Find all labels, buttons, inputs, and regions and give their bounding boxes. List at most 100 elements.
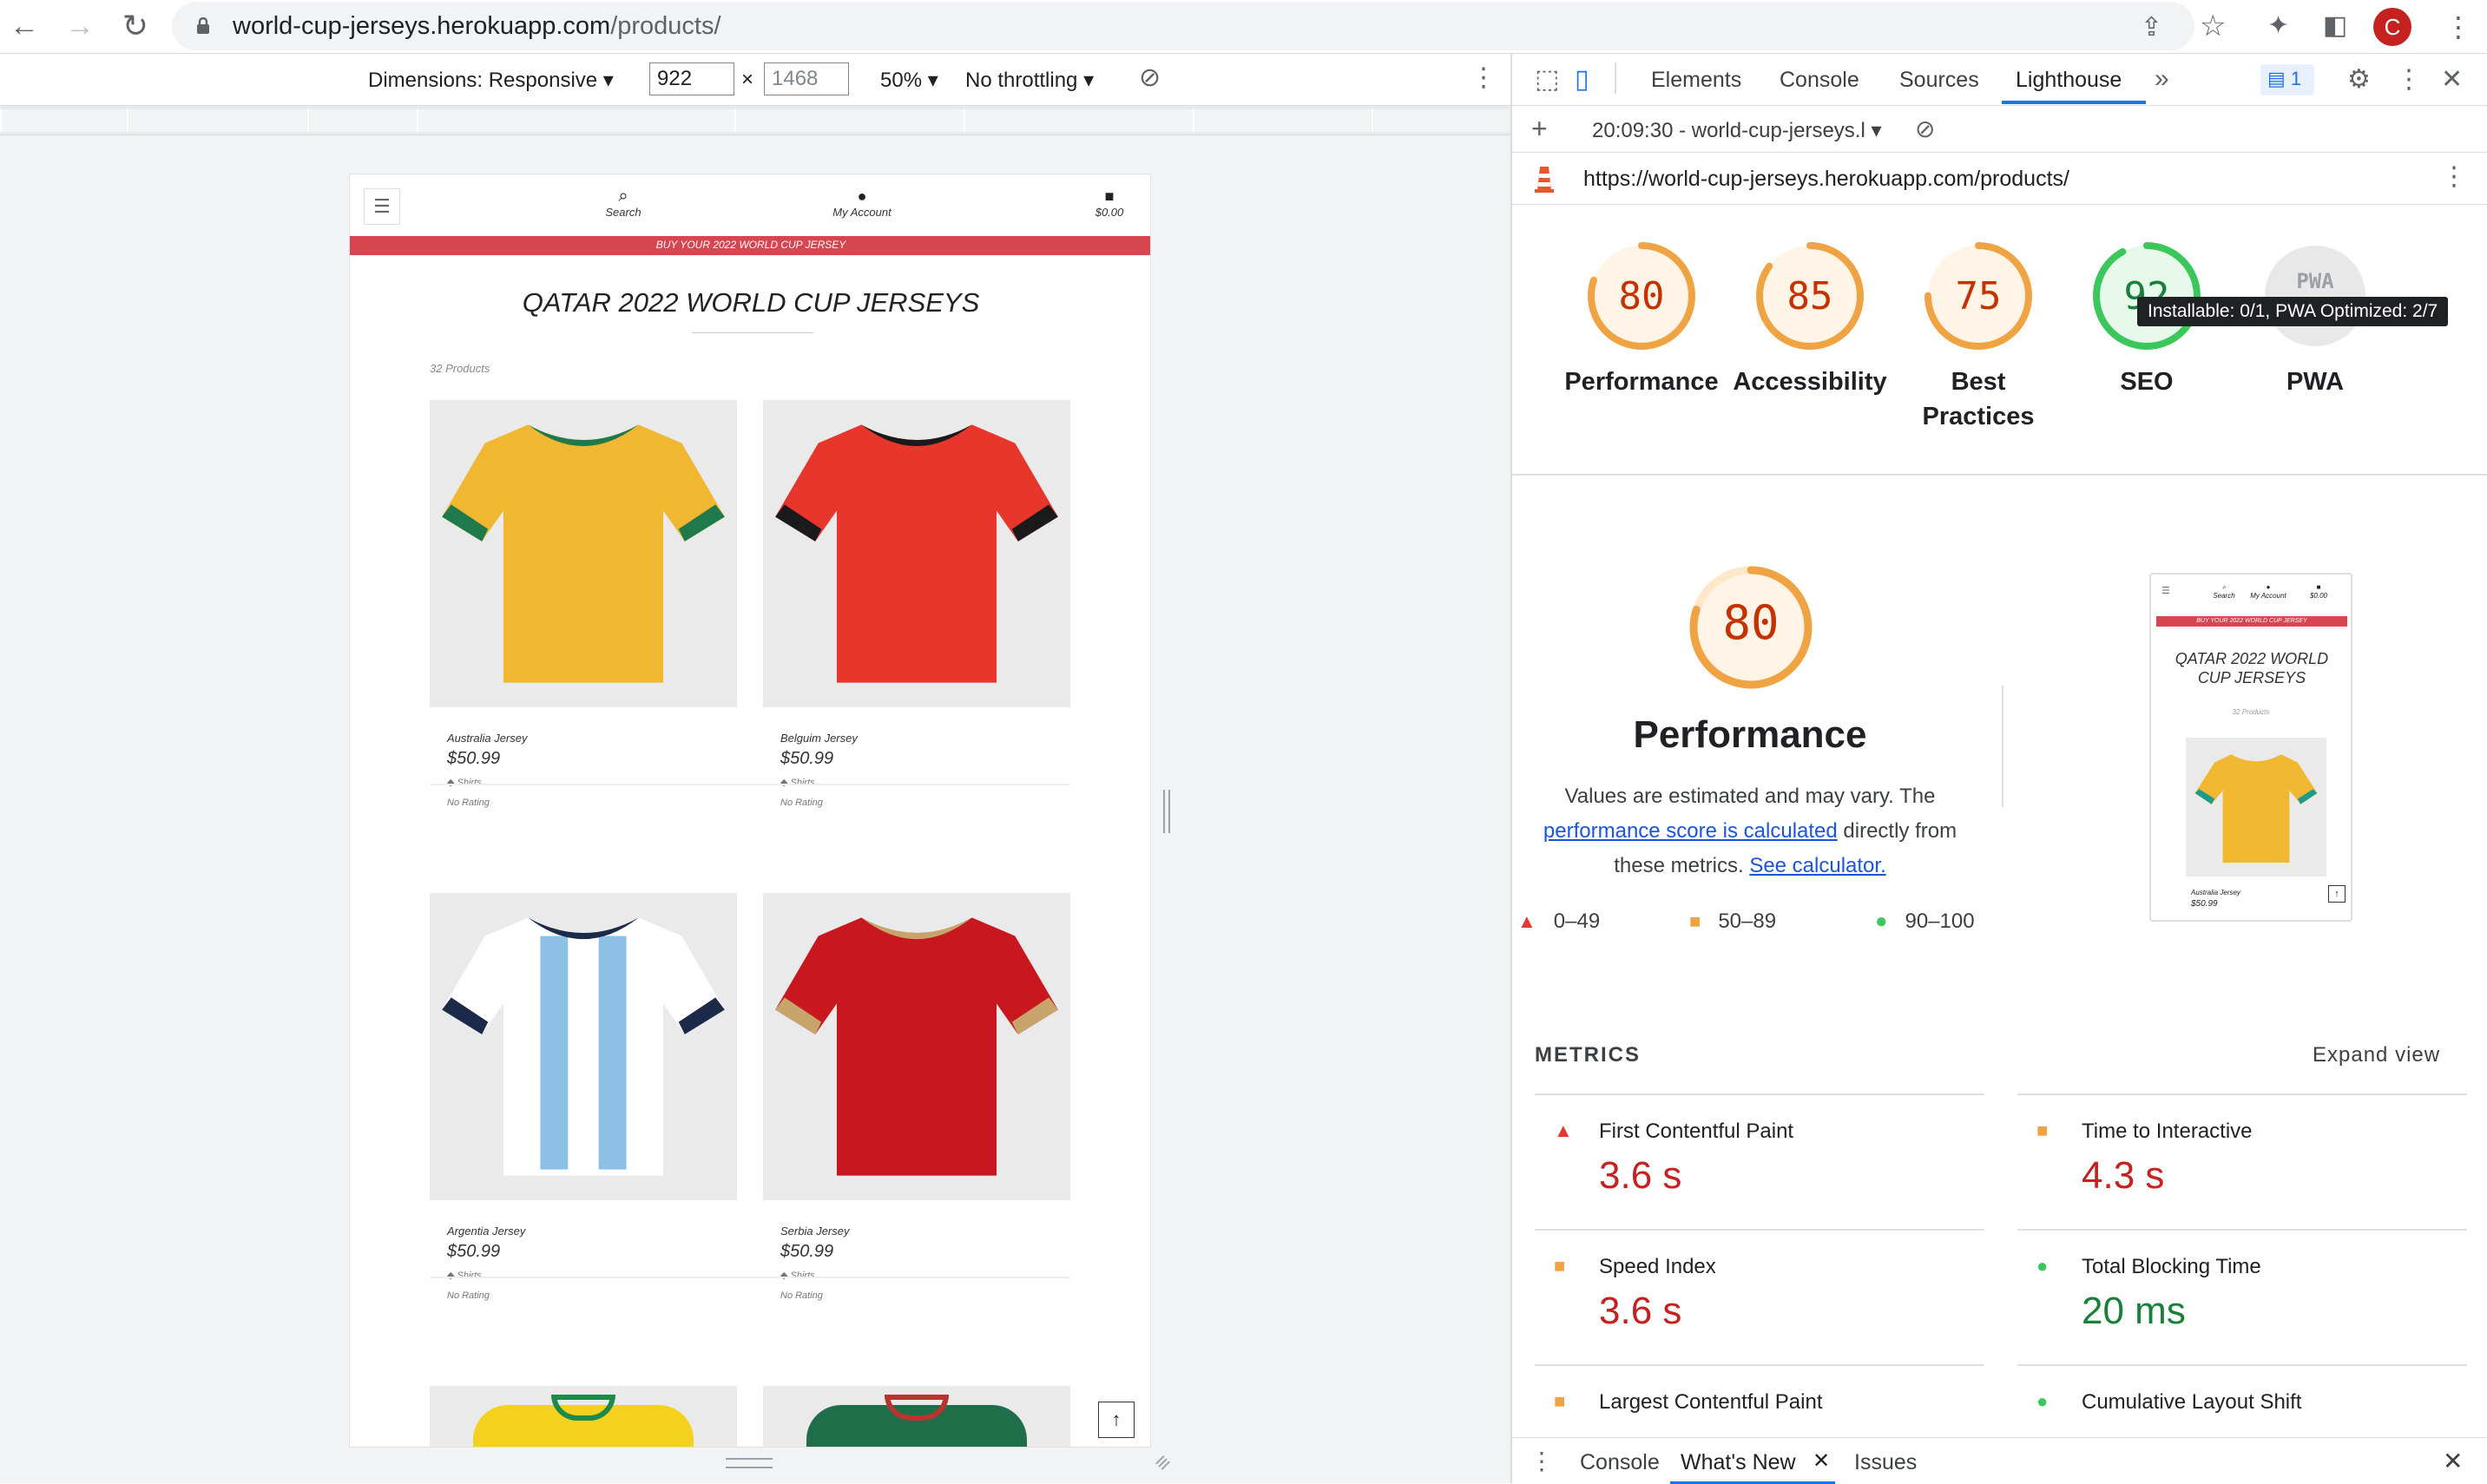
expand-view-toggle[interactable]: Expand view: [2313, 1043, 2440, 1067]
product-price: $50.99: [780, 749, 834, 768]
green-circle-icon: ●: [1875, 909, 1888, 933]
more-tabs-icon[interactable]: »: [2155, 64, 2169, 94]
ruler-segment[interactable]: [127, 109, 307, 132]
product-tag[interactable]: ◆ Shirts: [780, 1270, 815, 1281]
ruler-segment[interactable]: [0, 109, 127, 132]
final-screenshot-thumbnail[interactable]: ☰ ⌕ Search ● My Account ■ $0.00 BUY YOUR 20…: [2149, 573, 2352, 922]
close-devtools-icon[interactable]: ✕: [2441, 64, 2463, 95]
report-url[interactable]: https://world-cup-jerseys.herokuapp.com/…: [1583, 167, 2069, 192]
report-menu-icon[interactable]: ⋮: [2441, 161, 2467, 192]
product-tag[interactable]: ◆ Shirts: [447, 1270, 482, 1281]
devtools-tab-lighthouse[interactable]: Lighthouse: [2016, 68, 2122, 93]
settings-gear-icon[interactable]: ⚙: [2347, 64, 2371, 95]
report-selector[interactable]: 20:09:30 - world-cup-jerseys.l ▾: [1592, 118, 1882, 143]
nav-cart[interactable]: ■ $0.00: [1079, 187, 1140, 219]
close-tab-icon[interactable]: ✕: [1813, 1448, 1830, 1474]
drawer-tab-whats-new[interactable]: What's New ✕: [1670, 1438, 1835, 1484]
product-image[interactable]: [430, 893, 737, 1200]
metric-title: First Contentful Paint: [1599, 1120, 1794, 1143]
device-toggle-icon[interactable]: ▯: [1575, 64, 1589, 95]
thumb-search-label: Search: [2213, 592, 2235, 600]
product-name[interactable]: Argentia Jersey: [447, 1225, 525, 1238]
product-name[interactable]: Australia Jersey: [447, 732, 527, 745]
product-image-partial[interactable]: [430, 1386, 737, 1447]
ruler-segment[interactable]: [307, 109, 417, 132]
toolbar-divider: [1615, 62, 1616, 94]
throttling-value: No throttling: [965, 69, 1078, 92]
issues-badge[interactable]: ▤ 1: [2260, 64, 2314, 95]
gauge-best-practices[interactable]: 75 Best Practices: [1896, 240, 2061, 434]
reload-icon[interactable]: ↻: [118, 9, 153, 43]
clear-reports-icon[interactable]: ⊘: [1915, 115, 1935, 143]
green-circle-icon: ●: [2036, 1390, 2049, 1412]
hamburger-menu-icon[interactable]: ☰: [364, 188, 400, 225]
product-image[interactable]: [763, 400, 1070, 707]
browser-toolbar: ← → ↻ world-cup-jerseys.herokuapp.com/pr…: [0, 0, 2487, 54]
see-calculator-link[interactable]: See calculator.: [1749, 854, 1885, 877]
gauge-accessibility[interactable]: 85 Accessibility: [1727, 240, 1892, 399]
close-drawer-icon[interactable]: ✕: [2443, 1447, 2463, 1475]
devtools-menu-icon[interactable]: ⋮: [2396, 64, 2422, 95]
arrow-up-icon: ↑: [1111, 1408, 1122, 1430]
browser-menu-icon[interactable]: ⋮: [2444, 10, 2472, 43]
product-tag[interactable]: ◆ Shirts: [780, 777, 815, 788]
media-query-ruler[interactable]: [0, 106, 1510, 135]
ruler-segment[interactable]: [417, 109, 734, 132]
emulated-page[interactable]: ☰ ⌕ Search ● My Account ■ $0.00 BUY YOUR…: [349, 174, 1151, 1448]
metric-title: Cumulative Layout Shift: [2082, 1390, 2302, 1414]
width-input[interactable]: 922: [649, 62, 734, 95]
height-input[interactable]: 1468: [764, 62, 849, 95]
back-to-top-button[interactable]: ↑: [1098, 1402, 1135, 1438]
page-title: QATAR 2022 WORLD CUP JERSEYS: [522, 287, 980, 318]
address-bar[interactable]: world-cup-jerseys.herokuapp.com/products…: [172, 2, 2194, 50]
zoom-dropdown[interactable]: 50% ▾: [880, 68, 938, 93]
product-tag[interactable]: ◆ Shirts: [447, 777, 482, 788]
throttling-dropdown[interactable]: No throttling ▾: [965, 68, 1094, 93]
nav-account[interactable]: ● My Account: [819, 187, 905, 219]
forward-arrow-icon[interactable]: →: [63, 9, 97, 43]
device-menu-icon[interactable]: ⋮: [1470, 62, 1497, 93]
drawer-menu-icon[interactable]: ⋮: [1530, 1447, 1554, 1475]
rotate-icon[interactable]: ⊘: [1139, 62, 1161, 93]
back-arrow-icon[interactable]: ←: [7, 9, 42, 43]
product-name[interactable]: Serbia Jersey: [780, 1225, 849, 1238]
legend-average-label: 50–89: [1718, 909, 1777, 933]
url-text[interactable]: world-cup-jerseys.herokuapp.com/products…: [233, 12, 721, 41]
product-image[interactable]: [430, 400, 737, 707]
profile-avatar[interactable]: C: [2373, 8, 2411, 46]
ruler-segment[interactable]: [964, 109, 1193, 132]
bottom-resize-handle-icon[interactable]: [726, 1458, 773, 1468]
side-panel-icon[interactable]: ◧: [2323, 10, 2347, 41]
resize-handle-icon[interactable]: [1163, 790, 1170, 833]
drawer-tab-issues[interactable]: Issues: [1854, 1450, 1917, 1475]
score-calculated-link[interactable]: performance score is calculated: [1543, 819, 1838, 843]
share-icon[interactable]: ⇪: [2141, 12, 2162, 43]
metric-title: Speed Index: [1599, 1255, 1716, 1278]
gauge-label: PWA: [2286, 368, 2345, 396]
section-divider: [1512, 474, 2487, 476]
metric-divider: [2017, 1093, 2467, 1095]
product-name[interactable]: Belguim Jersey: [780, 732, 858, 745]
gauge-performance[interactable]: 80 Performance: [1559, 240, 1724, 399]
performance-gauge-large[interactable]: 80: [1686, 562, 1816, 697]
product-rating: No Rating: [780, 798, 823, 808]
gauge-ring: [2265, 246, 2365, 346]
promo-banner[interactable]: BUY YOUR 2022 WORLD CUP JERSEY: [350, 236, 1150, 255]
pwa-tooltip: Installable: 0/1, PWA Optimized: 2/7: [2137, 297, 2449, 326]
dimensions-dropdown[interactable]: Dimensions: Responsive ▾: [368, 68, 614, 93]
ruler-segment[interactable]: [1193, 109, 1372, 132]
devtools-tab-console[interactable]: Console: [1780, 68, 1859, 93]
add-report-icon[interactable]: +: [1531, 113, 1548, 145]
product-image[interactable]: [763, 893, 1070, 1200]
inspect-element-icon[interactable]: ⬚: [1535, 64, 1559, 95]
thumb-title: QATAR 2022 WORLD CUP JERSEYS: [2174, 650, 2329, 686]
drawer-tab-console[interactable]: Console: [1580, 1450, 1660, 1475]
extensions-puzzle-icon[interactable]: ✦: [2267, 10, 2289, 41]
ruler-segment[interactable]: [734, 109, 964, 132]
bookmark-star-icon[interactable]: ☆: [2200, 9, 2226, 43]
ruler-segment[interactable]: [1372, 109, 1510, 132]
nav-search[interactable]: ⌕ Search: [589, 187, 658, 219]
devtools-tab-elements[interactable]: Elements: [1651, 68, 1741, 93]
product-image-partial[interactable]: [763, 1386, 1070, 1447]
devtools-tab-sources[interactable]: Sources: [1899, 68, 1979, 93]
